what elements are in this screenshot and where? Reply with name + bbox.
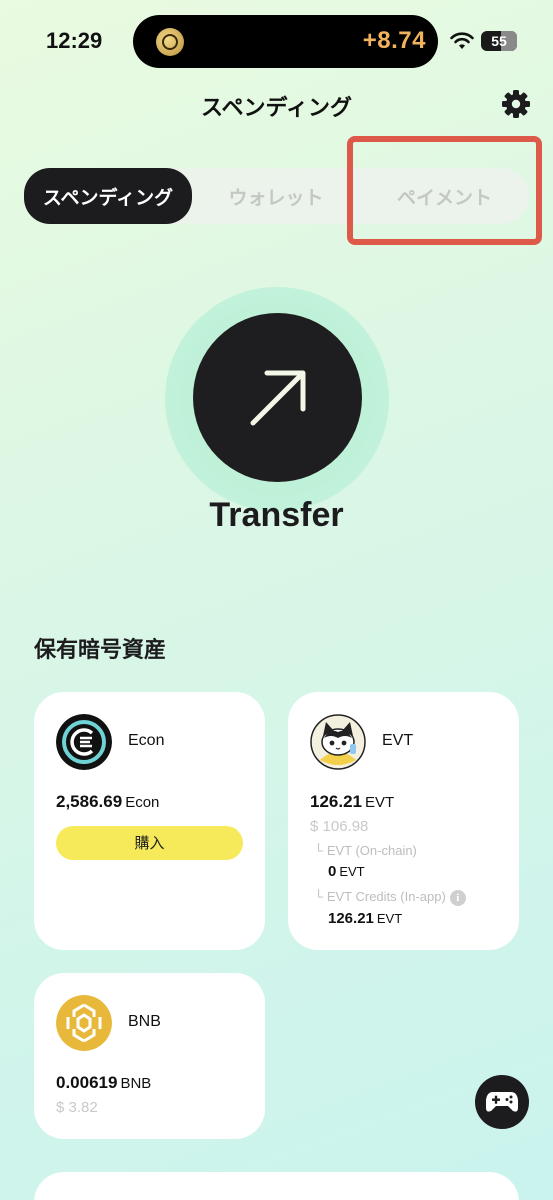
section-title-assets: 保有暗号資産 (34, 638, 167, 663)
tab-wallet[interactable]: ウォレット (192, 168, 360, 224)
token-name: Econ (128, 732, 165, 749)
onchain-amount-value: 0 (328, 863, 337, 880)
amount-value: 2,586.69 (56, 792, 123, 811)
token-amount: 126.21 EVT (310, 792, 394, 812)
tab-payment[interactable]: ペイメント (360, 168, 529, 224)
arrow-up-right-icon (250, 370, 305, 425)
battery-level: 55 (491, 33, 507, 49)
gear-icon[interactable] (500, 88, 532, 120)
coin-icon (156, 28, 184, 56)
amount-unit: Econ (125, 794, 160, 811)
status-bar: 12:29 +8.74 55 (0, 0, 553, 84)
bnb-logo-icon (56, 995, 112, 1051)
usd-value: $ 106.98 (310, 818, 369, 835)
asset-card-evt[interactable]: EVT 126.21 EVT $ 106.98 └ EVT (On-chain) … (288, 692, 519, 950)
page-title: スペンディング (201, 96, 352, 121)
dynamic-island[interactable]: +8.74 (133, 15, 438, 68)
transfer-label[interactable]: Transfer (0, 496, 553, 535)
transfer-button[interactable] (193, 313, 362, 482)
credits-amount: 126.21 EVT (328, 910, 402, 927)
amount-unit: EVT (365, 794, 395, 811)
onchain-amount: 0 EVT (328, 863, 365, 880)
credits-label-text: └ EVT Credits (In-app) (314, 889, 446, 904)
asset-card-bnb[interactable]: BNB 0.00619 BNB $ 3.82 (34, 973, 265, 1139)
next-card[interactable] (34, 1172, 519, 1200)
amount-value: 126.21 (310, 792, 362, 811)
onchain-label: └ EVT (On-chain) (314, 843, 417, 858)
amount-value: 0.00619 (56, 1073, 118, 1092)
tab-spending[interactable]: スペンディング (24, 168, 192, 224)
wifi-icon (450, 32, 474, 49)
token-amount: 0.00619 BNB (56, 1073, 151, 1093)
buy-button[interactable]: 購入 (56, 826, 243, 860)
credits-amount-value: 126.21 (328, 910, 374, 927)
asset-card-econ[interactable]: Econ 2,586.69 Econ 購入 (34, 692, 265, 950)
token-name: EVT (382, 732, 414, 749)
amount-unit: BNB (120, 1075, 152, 1092)
gamepad-icon (486, 1092, 518, 1112)
econ-logo-icon (56, 714, 112, 770)
evt-cat-avatar-icon (310, 714, 366, 770)
token-name: BNB (128, 1013, 161, 1030)
credits-label: └ EVT Credits (In-app) i (314, 889, 466, 906)
live-activity-value: +8.74 (362, 27, 426, 54)
credits-amount-unit: EVT (376, 911, 403, 926)
usd-value: $ 3.82 (56, 1099, 98, 1116)
gamepad-button[interactable] (475, 1075, 529, 1129)
battery-icon: 55 (481, 31, 517, 51)
info-icon[interactable]: i (449, 889, 466, 906)
token-amount: 2,586.69 Econ (56, 792, 159, 812)
segmented-tabs: スペンディング ウォレット ペイメント (24, 168, 529, 224)
status-time: 12:29 (46, 28, 103, 53)
onchain-amount-unit: EVT (339, 864, 365, 879)
